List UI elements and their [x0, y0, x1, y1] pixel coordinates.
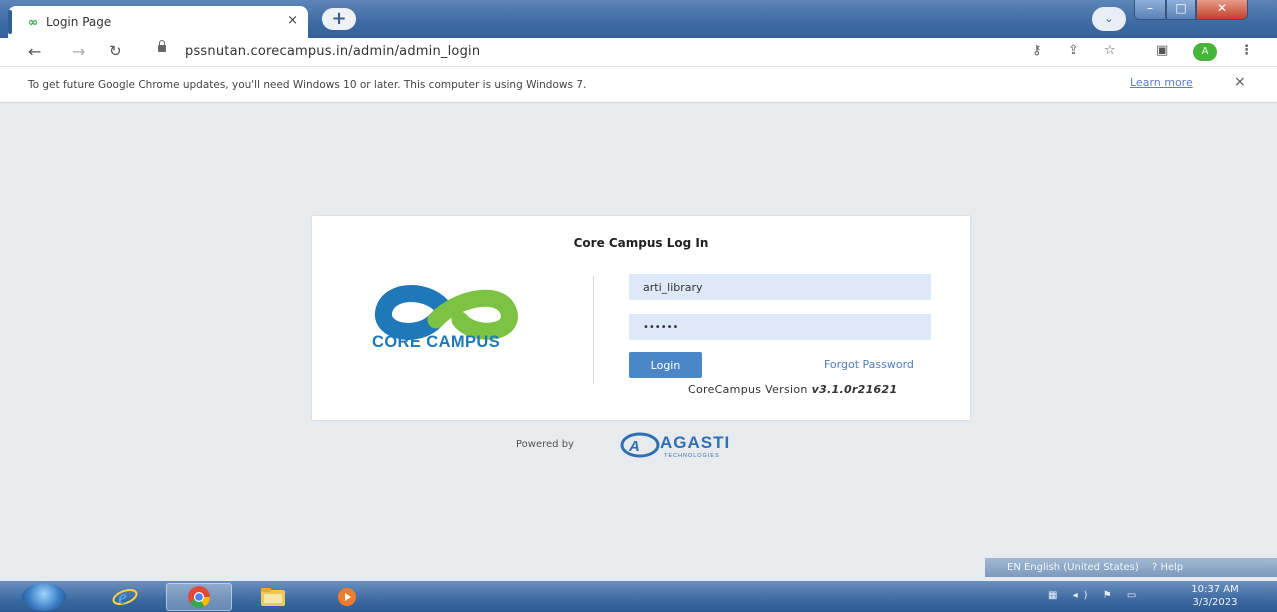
tab-accent	[8, 10, 12, 34]
password-input[interactable]	[629, 314, 931, 340]
maximize-button[interactable]: □	[1166, 0, 1196, 20]
update-info-bar: To get future Google Chrome updates, you…	[0, 67, 1277, 103]
taskbar-clock[interactable]: 10:37 AM 3/3/2023	[1180, 583, 1250, 609]
login-title: Core Campus Log In	[573, 236, 709, 250]
key-icon[interactable]: ⚷	[1032, 43, 1042, 58]
clock-date: 3/3/2023	[1192, 597, 1238, 608]
bookmark-star-icon[interactable]: ☆	[1104, 43, 1116, 58]
logo-wordmark: CORE CAMPUS	[372, 333, 501, 351]
version-label: CoreCampus Version	[688, 383, 808, 396]
learn-more-link[interactable]: Learn more	[1130, 76, 1193, 89]
windows-taskbar: e ▦ ◂) ⚑ ▭ 10:37 AM 3/3/2023	[0, 581, 1277, 612]
info-bar-close-icon[interactable]: ×	[1234, 74, 1246, 90]
help-icon: ?	[1151, 562, 1158, 573]
language-bar[interactable]: EN English (United States) ? Help	[985, 558, 1277, 577]
minimize-button[interactable]: –	[1134, 0, 1166, 20]
folder-icon	[261, 588, 285, 606]
share-icon[interactable]: ⇪	[1068, 43, 1079, 58]
browser-tab[interactable]: ∞ Login Page ×	[8, 6, 308, 38]
tab-title: Login Page	[46, 15, 112, 29]
card-divider	[593, 276, 594, 384]
page-body: Core Campus Log In CORE CAMPUS Login For…	[0, 103, 1277, 581]
taskbar-explorer[interactable]	[240, 583, 306, 611]
kebab-menu-icon[interactable]: ⋮	[1240, 43, 1253, 58]
chrome-icon	[188, 586, 210, 608]
language-label: EN English (United States)	[1007, 562, 1139, 573]
powered-by-label: Powered by	[516, 439, 574, 450]
tab-close-icon[interactable]: ×	[287, 13, 298, 28]
forgot-password-link[interactable]: Forgot Password	[824, 358, 914, 371]
browser-toolbar: ← → ↻ pssnutan.corecampus.in/admin/admin…	[0, 38, 1277, 67]
corecampus-favicon-icon: ∞	[28, 15, 38, 29]
reload-icon[interactable]: ↻	[109, 42, 122, 60]
agasti-tagline-text: TECHNOLOGIES	[664, 453, 720, 459]
new-tab-button[interactable]: +	[322, 8, 356, 30]
forward-arrow-icon[interactable]: →	[72, 42, 85, 61]
tab-search-button[interactable]: ⌄	[1092, 7, 1126, 31]
start-button[interactable]	[22, 583, 66, 611]
side-panel-icon[interactable]: ▣	[1156, 43, 1168, 58]
lock-icon[interactable]	[158, 40, 166, 52]
chevron-down-icon: ⌄	[1104, 12, 1114, 25]
window-controls: – □ ✕	[1134, 0, 1248, 20]
login-button[interactable]: Login	[629, 352, 702, 378]
login-card: Core Campus Log In CORE CAMPUS Login For…	[312, 216, 970, 420]
version-number: v3.1.0r21621	[811, 383, 898, 396]
internet-explorer-icon: e	[112, 587, 138, 609]
taskbar-chrome[interactable]	[166, 583, 232, 611]
clock-time: 10:37 AM	[1191, 584, 1239, 595]
svg-text:e: e	[118, 587, 127, 609]
username-input[interactable]	[629, 274, 931, 300]
help-label: Help	[1160, 562, 1184, 573]
agasti-brand-text: AGASTI	[660, 433, 730, 452]
info-bar-message: To get future Google Chrome updates, you…	[28, 79, 587, 91]
version-info: CoreCampus Version v3.1.0r21621	[688, 383, 897, 396]
profile-avatar[interactable]: A	[1193, 43, 1217, 61]
browser-tab-strip: ∞ Login Page × + ⌄ – □ ✕	[0, 0, 1277, 38]
taskbar-ie[interactable]: e	[92, 583, 158, 611]
system-tray-icons[interactable]: ▦ ◂) ⚑ ▭	[1048, 590, 1142, 601]
close-window-button[interactable]: ✕	[1196, 0, 1248, 20]
svg-text:A: A	[628, 438, 640, 455]
taskbar-media-player[interactable]	[314, 583, 380, 611]
address-bar-url[interactable]: pssnutan.corecampus.in/admin/admin_login	[185, 44, 480, 59]
media-player-icon	[338, 588, 356, 606]
back-arrow-icon[interactable]: ←	[28, 42, 41, 61]
agasti-logo-icon[interactable]: A AGASTI TECHNOLOGIES	[620, 425, 780, 461]
